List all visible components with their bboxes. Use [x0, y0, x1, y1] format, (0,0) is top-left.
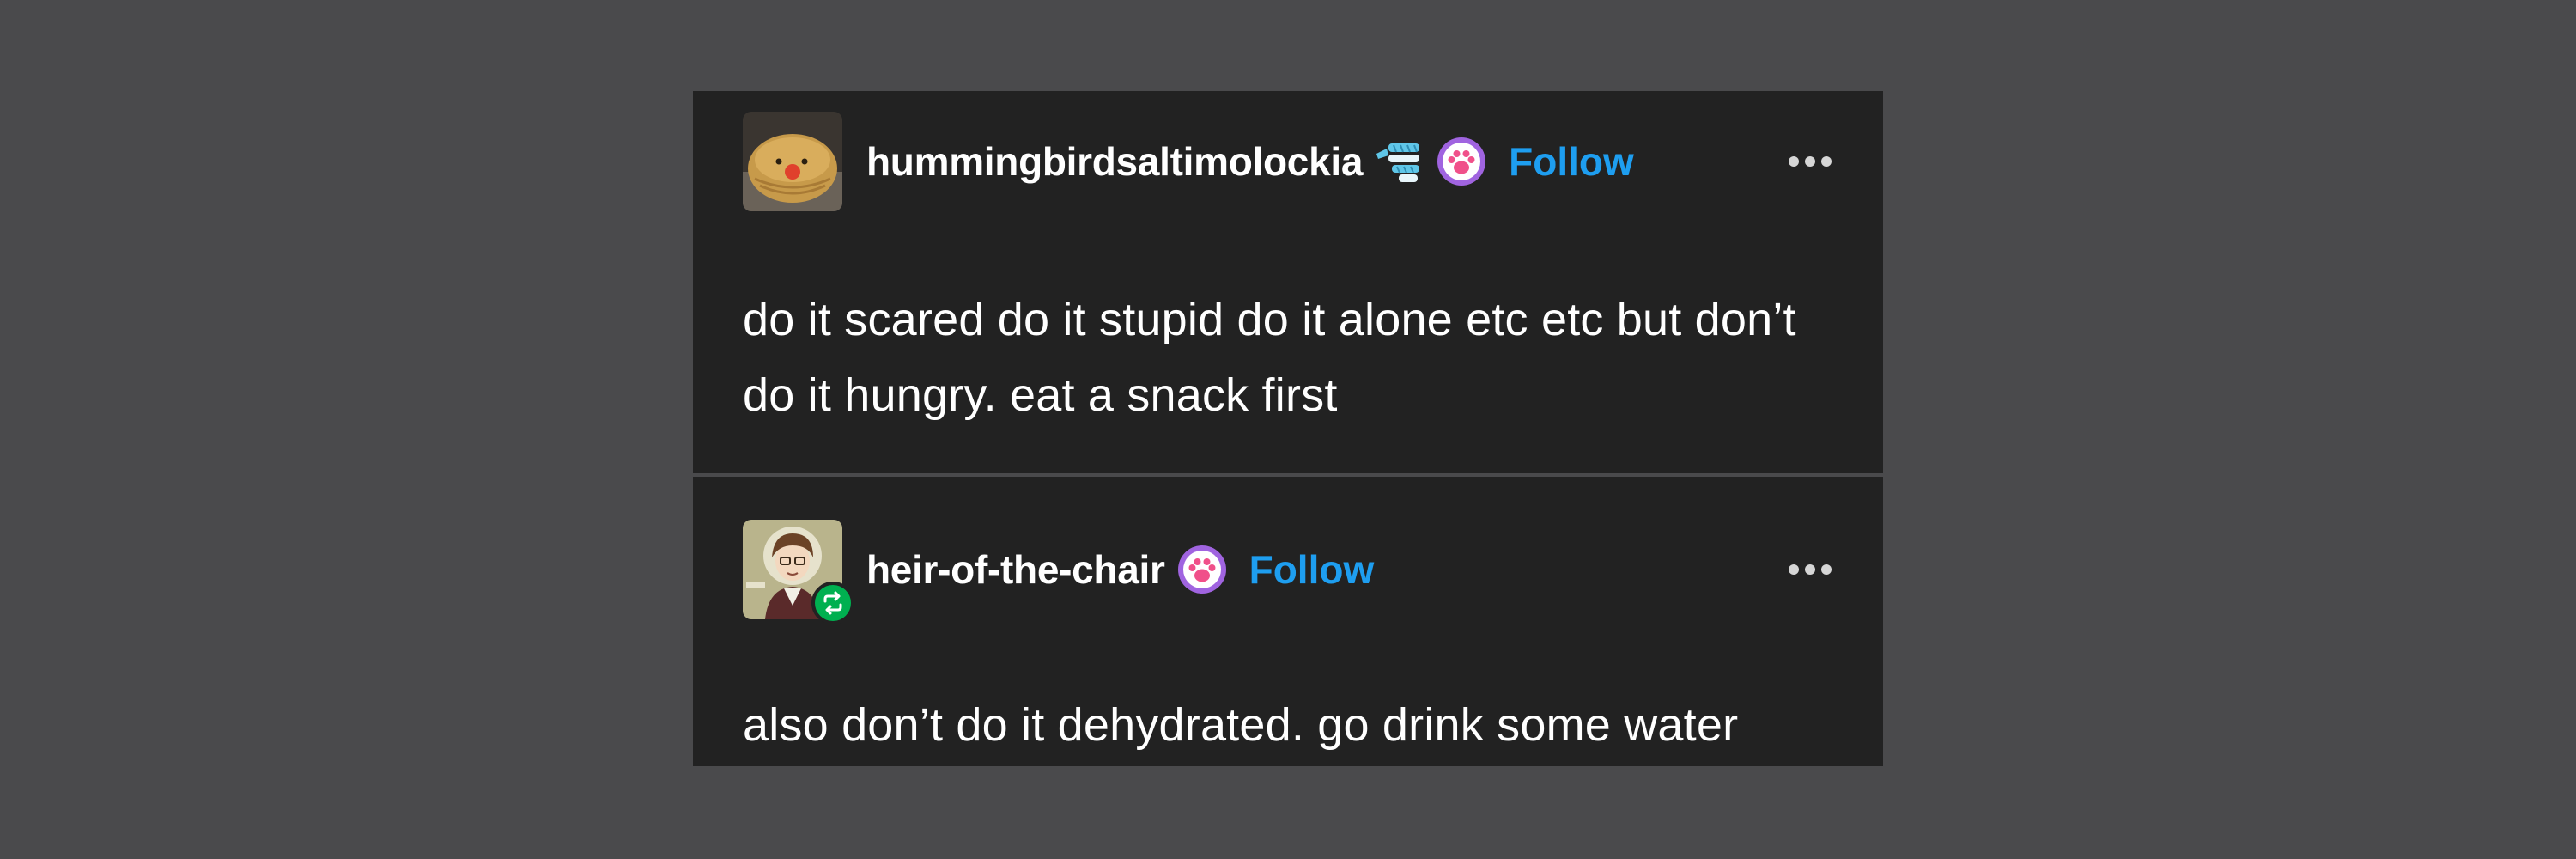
more-options-icon[interactable]	[1789, 148, 1832, 175]
post-header: heir-of-the-chair Follow	[866, 535, 1832, 604]
reblog-icon	[811, 582, 854, 624]
post-card: heir-of-the-chair Follow also don’t do i…	[693, 477, 1883, 766]
post-body: do it scared do it stupid do it alone et…	[743, 294, 1796, 421]
post-card: hummingbirdsaltimolockia Follow do it sc…	[693, 91, 1883, 473]
username[interactable]: hummingbirdsaltimolockia	[866, 138, 1363, 185]
follow-button[interactable]: Follow	[1249, 546, 1375, 593]
post-header: hummingbirdsaltimolockia Follow	[866, 127, 1832, 196]
user-avatar[interactable]	[743, 112, 842, 211]
username[interactable]: heir-of-the-chair	[866, 546, 1165, 593]
follow-button[interactable]: Follow	[1509, 138, 1634, 185]
potato-avatar-image	[743, 112, 842, 211]
paw-badge-icon	[1437, 137, 1486, 186]
paw-badge-icon	[1177, 545, 1227, 594]
post-body: also don’t do it dehydrated. go drink so…	[743, 699, 1739, 751]
scarf-badge-icon	[1375, 137, 1425, 186]
more-options-icon[interactable]	[1789, 556, 1832, 583]
